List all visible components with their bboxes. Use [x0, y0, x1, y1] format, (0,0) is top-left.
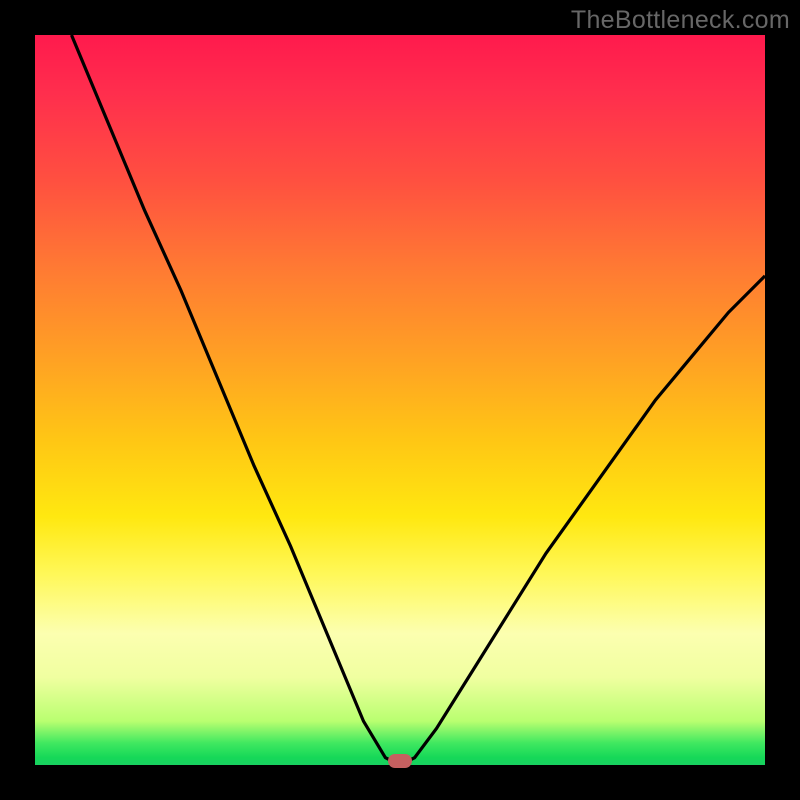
- plot-area: [35, 35, 765, 765]
- watermark-text: TheBottleneck.com: [571, 6, 790, 35]
- chart-frame: TheBottleneck.com: [0, 0, 800, 800]
- optimal-marker: [388, 754, 412, 768]
